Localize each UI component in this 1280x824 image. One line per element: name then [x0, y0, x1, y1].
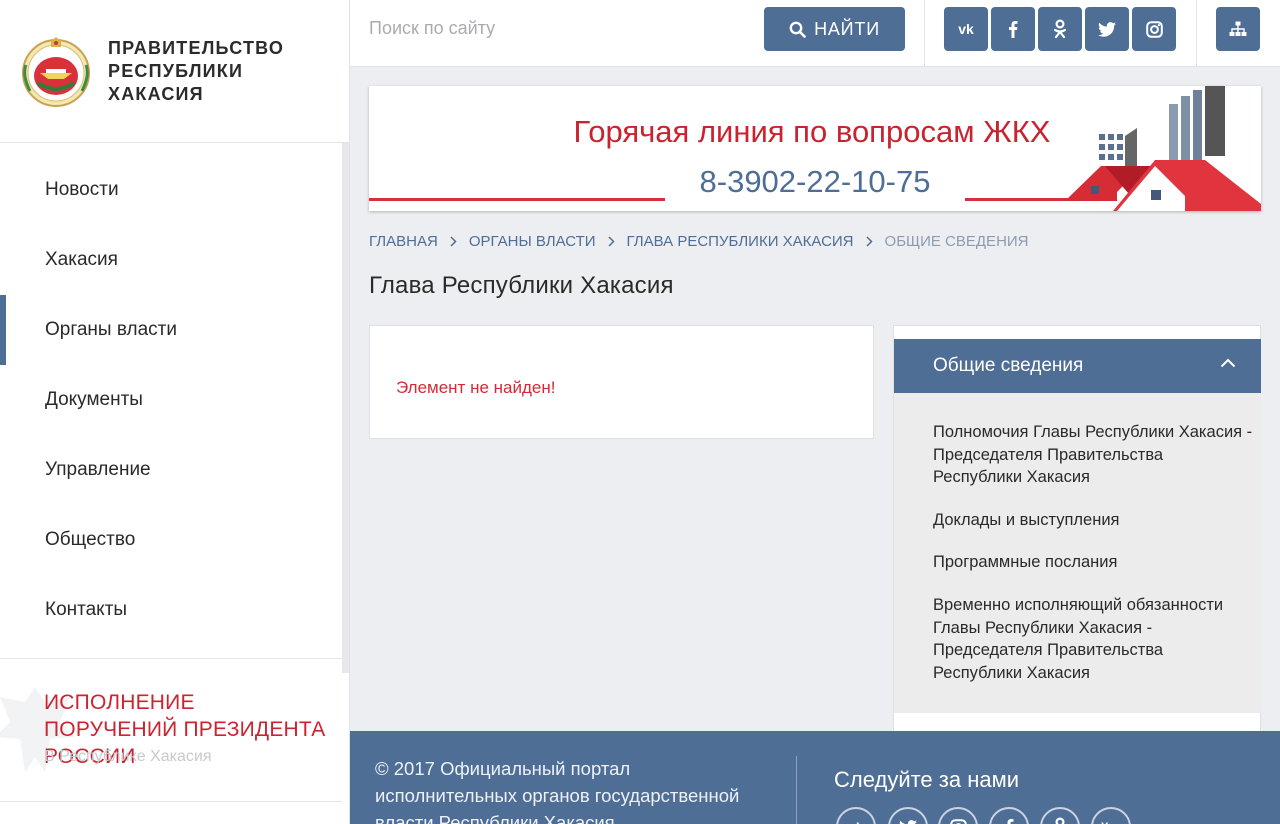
sitemap-icon — [1229, 21, 1247, 36]
follow-us-title: Следуйте за нами — [834, 767, 1020, 792]
site-logo[interactable]: ПРАВИТЕЛЬСТВО РЕСПУБЛИКИ ХАКАСИЯ — [0, 0, 349, 143]
section-link-addresses[interactable]: Программные послания — [933, 551, 1255, 574]
sidebar-scrollbar[interactable] — [342, 143, 349, 673]
section-menu-title: Общие сведения — [933, 355, 1084, 376]
chevron-right-icon — [866, 236, 873, 247]
content-box: Элемент не найден! — [369, 325, 874, 439]
divider — [1196, 0, 1197, 67]
logo-line-1: ПРАВИТЕЛЬСТВО — [108, 37, 285, 58]
chevron-up-icon — [1220, 358, 1236, 368]
coat-of-arms-icon — [22, 37, 90, 107]
search-input[interactable] — [350, 0, 750, 57]
breadcrumb: ГЛАВНАЯ ОРГАНЫ ВЛАСТИ ГЛАВА РЕСПУБЛИКИ Х… — [369, 233, 1029, 250]
section-menu: Общие сведения Полномочия Главы Республи… — [893, 325, 1261, 731]
logo-title: ПРАВИТЕЛЬСТВО РЕСПУБЛИКИ ХАКАСИЯ — [108, 37, 308, 106]
vk-button[interactable]: vk — [944, 7, 988, 51]
vk-icon: vk — [849, 820, 863, 824]
search-icon — [789, 21, 806, 38]
twitter-icon — [899, 819, 917, 824]
nav-item-label: Органы власти — [45, 319, 177, 340]
main-nav: Новости Хакасия Органы власти Документы … — [0, 155, 342, 645]
svg-text:vk: vk — [958, 22, 974, 36]
buildings-illustration-icon — [1065, 86, 1261, 211]
twitter-button[interactable] — [1085, 7, 1129, 51]
page-title: Глава Республики Хакасия — [369, 272, 674, 299]
hotline-banner[interactable]: Горячая линия по вопросам ЖКХ 8-3902-22-… — [369, 86, 1261, 211]
sitemap-button[interactable] — [1216, 7, 1260, 51]
footer: © 2017 Официальный портал исполнительных… — [350, 731, 1280, 824]
error-message: Элемент не найден! — [396, 378, 556, 397]
nav-item-management[interactable]: Управление — [0, 435, 342, 505]
nav-item-authorities[interactable]: Органы власти — [0, 295, 342, 365]
breadcrumb-current: ОБЩИЕ СВЕДЕНИЯ — [884, 233, 1029, 250]
president-orders-promo[interactable]: ИСПОЛНЕНИЕ ПОРУЧЕНИЙ ПРЕЗИДЕНТА РОССИИ В… — [0, 659, 342, 801]
odnoklassniki-button[interactable] — [1038, 7, 1082, 51]
nav-item-label: Управление — [45, 459, 151, 480]
banner-decor-line — [369, 198, 665, 201]
section-menu-list: Полномочия Главы Республики Хакасия - Пр… — [894, 393, 1261, 713]
logo-line-2: РЕСПУБЛИКИ — [108, 60, 244, 81]
nav-item-news[interactable]: Новости — [0, 155, 342, 225]
facebook-icon — [1007, 819, 1014, 824]
odnoklassniki-icon — [1055, 817, 1065, 824]
facebook-icon — [1009, 21, 1018, 38]
section-link-reports[interactable]: Доклады и выступления — [933, 509, 1255, 532]
instagram-button[interactable] — [1132, 7, 1176, 51]
breadcrumb-head-of-republic[interactable]: ГЛАВА РЕСПУБЛИКИ ХАКАСИЯ — [627, 233, 854, 250]
footer-odnoklassniki-button[interactable] — [1040, 807, 1080, 824]
logo-line-3: ХАКАСИЯ — [108, 83, 204, 104]
divider — [796, 756, 797, 824]
nav-item-label: Документы — [45, 389, 143, 410]
chevron-right-icon — [608, 236, 615, 247]
nav-item-khakassia[interactable]: Хакасия — [0, 225, 342, 295]
breadcrumb-authorities[interactable]: ОРГАНЫ ВЛАСТИ — [469, 233, 596, 250]
footer-copyright: © 2017 Официальный портал исполнительных… — [375, 758, 740, 824]
promo-subtitle: В Республике Хакасия — [44, 748, 212, 765]
nav-item-society[interactable]: Общество — [0, 505, 342, 575]
footer-vk-button[interactable]: vk — [836, 807, 876, 824]
banner-title-text: Горячая линия по вопросам ЖКХ — [573, 114, 1051, 149]
nav-item-label: Новости — [45, 179, 119, 200]
divider — [924, 0, 925, 67]
section-link-powers[interactable]: Полномочия Главы Республики Хакасия - Пр… — [933, 421, 1255, 489]
footer-youtube-button[interactable]: You — [1091, 807, 1131, 824]
footer-facebook-button[interactable] — [989, 807, 1029, 824]
sidebar: ПРАВИТЕЛЬСТВО РЕСПУБЛИКИ ХАКАСИЯ Новости… — [0, 0, 350, 824]
instagram-icon — [1145, 20, 1163, 38]
nav-item-label: Хакасия — [45, 249, 118, 270]
footer-instagram-button[interactable] — [938, 807, 978, 824]
nav-item-label: Контакты — [45, 599, 128, 620]
search-button[interactable]: НАЙТИ — [764, 7, 905, 51]
odnoklassniki-icon — [1053, 19, 1067, 39]
divider — [0, 801, 342, 802]
section-menu-toggle[interactable]: Общие сведения — [894, 339, 1261, 393]
nav-item-documents[interactable]: Документы — [0, 365, 342, 435]
nav-item-label: Общество — [45, 529, 136, 550]
top-bar: НАЙТИ vk — [350, 0, 1280, 67]
instagram-icon — [949, 818, 967, 824]
section-link-acting-head[interactable]: Временно исполняющий обязанности Главы Р… — [933, 594, 1255, 684]
chevron-right-icon — [450, 236, 457, 247]
search-button-label: НАЙТИ — [814, 18, 880, 39]
footer-twitter-button[interactable] — [888, 807, 928, 824]
facebook-button[interactable] — [991, 7, 1035, 51]
nav-item-contacts[interactable]: Контакты — [0, 575, 342, 645]
breadcrumb-home[interactable]: ГЛАВНАЯ — [369, 233, 438, 250]
vk-icon: vk — [958, 22, 974, 36]
twitter-icon — [1098, 21, 1116, 37]
